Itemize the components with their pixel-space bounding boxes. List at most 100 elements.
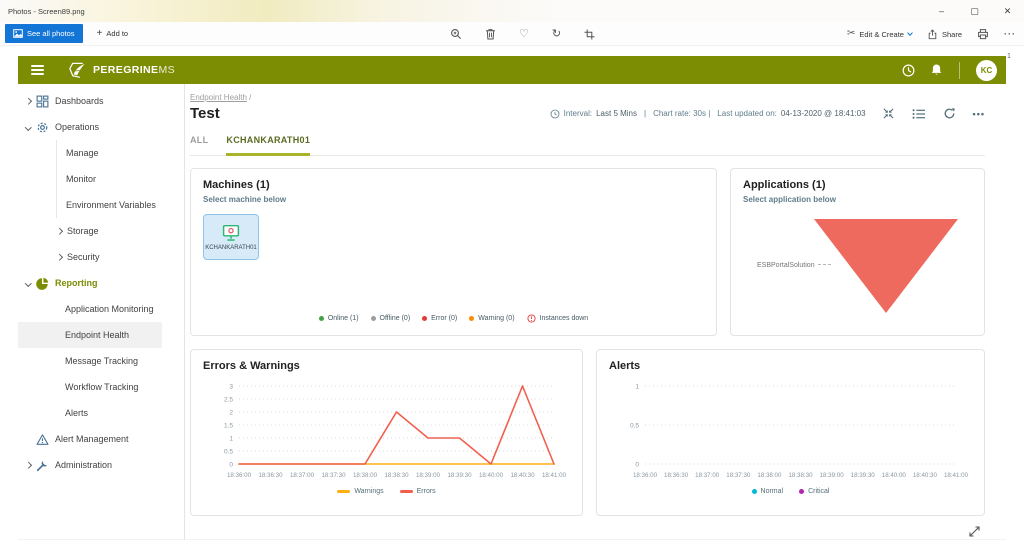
svg-text:0.5: 0.5 — [630, 422, 639, 429]
see-all-photos-label: See all photos — [27, 29, 75, 38]
see-all-photos-button[interactable]: See all photos — [5, 24, 83, 43]
photos-icon — [13, 29, 23, 38]
sidebar-item-workflow-tracking[interactable]: Workflow Tracking — [18, 374, 162, 400]
svg-text:18:39:00: 18:39:00 — [820, 472, 845, 479]
leader-line — [817, 264, 831, 265]
sidebar-item-security[interactable]: Security — [18, 244, 162, 270]
crop-icon[interactable] — [584, 29, 595, 40]
legend-offline: Offline (0) — [370, 315, 410, 322]
plus-icon: + — [96, 28, 103, 39]
svg-text:18:40:00: 18:40:00 — [882, 472, 907, 479]
sidebar-item-environment-variables[interactable]: Environment Variables — [57, 192, 184, 218]
collapse-icon[interactable] — [882, 107, 895, 120]
chevron-down-icon — [907, 30, 913, 36]
sidebar-item-administration[interactable]: Administration — [18, 452, 162, 478]
header-divider — [959, 61, 960, 79]
sidebar-item-storage[interactable]: Storage — [18, 218, 162, 244]
more-options-button[interactable]: ··· — [1004, 29, 1016, 39]
photos-app-window: Photos - Screen89.png – ▢ ✕ See all phot… — [0, 0, 1024, 555]
breadcrumb-link-endpoint-health[interactable]: Endpoint Health — [190, 93, 247, 102]
machines-card: Machines (1) Select machine below KCHANK… — [190, 168, 717, 336]
legend-item-errors[interactable]: Errors — [399, 488, 436, 495]
hamburger-menu-icon[interactable] — [31, 64, 44, 76]
list-view-icon[interactable] — [912, 108, 926, 120]
zoom-icon[interactable] — [450, 28, 462, 40]
add-to-button[interactable]: + Add to — [97, 28, 129, 39]
notification-count-badge: 1 — [1007, 53, 1011, 60]
expand-fullscreen-icon[interactable] — [968, 525, 981, 543]
brand-name: PEREGRINEMS — [93, 64, 176, 76]
sidebar-item-operations[interactable]: Operations — [18, 114, 162, 140]
funnel-label: ESBPortalSolution — [757, 262, 831, 269]
refresh-icon[interactable] — [943, 107, 956, 120]
sidebar-item-dashboards[interactable]: Dashboards — [18, 88, 162, 114]
sidebar-item-alert-management[interactable]: Alert Management — [18, 426, 162, 452]
operations-subgroup: Manage Monitor Environment Variables — [56, 140, 184, 218]
svg-text:18:40:30: 18:40:30 — [913, 472, 938, 479]
alert-circle-icon — [526, 314, 536, 323]
legend-item-critical[interactable]: Critical — [799, 488, 829, 495]
photo-viewer: PEREGRINEMS KC Dashboards Operations Man… — [0, 46, 1024, 555]
sidebar-item-alerts[interactable]: Alerts — [18, 400, 162, 426]
edit-create-label: Edit & Create — [859, 29, 904, 39]
user-avatar[interactable]: KC — [976, 59, 997, 81]
more-actions-button[interactable]: ••• — [973, 109, 985, 119]
funnel-chart — [814, 219, 958, 313]
legend-item-warnings[interactable]: Warnings — [337, 488, 384, 495]
alert-triangle-icon — [33, 433, 52, 446]
clock-icon — [550, 109, 560, 118]
svg-text:18:38:00: 18:38:00 — [353, 472, 378, 479]
scissors-icon: ✂ — [846, 28, 856, 39]
alerts-chart: 0 0.5 1 18:36:00 18:36:30 18:37:00 18:37:30 18:… — [609, 378, 972, 495]
error-dot — [422, 316, 428, 321]
svg-text:1.5: 1.5 — [224, 422, 233, 429]
minimize-button[interactable]: – — [925, 0, 958, 22]
maximize-button[interactable]: ▢ — [958, 0, 991, 22]
svg-text:0: 0 — [229, 461, 233, 468]
svg-text:2: 2 — [229, 409, 233, 416]
svg-text:2.5: 2.5 — [224, 396, 233, 403]
notifications-bell-icon[interactable] — [930, 63, 943, 77]
legend-item-normal[interactable]: Normal — [751, 488, 783, 495]
svg-text:18:41:00: 18:41:00 — [944, 472, 969, 479]
dashboards-grid-icon — [33, 95, 52, 108]
share-button[interactable]: Share — [927, 28, 962, 40]
machine-tile-label: KCHANKARATH01 — [205, 244, 257, 251]
sidebar-item-endpoint-health[interactable]: Endpoint Health — [18, 322, 162, 348]
applications-card-title: Applications (1) — [743, 179, 826, 191]
rotate-icon[interactable]: ↻ — [552, 28, 561, 40]
svg-text:18:38:30: 18:38:30 — [384, 472, 409, 479]
tab-all[interactable]: ALL — [190, 135, 208, 155]
close-button[interactable]: ✕ — [991, 0, 1024, 22]
sidebar-item-application-monitoring[interactable]: Application Monitoring — [18, 296, 162, 322]
photos-toolbar: See all photos + Add to ♡ ↻ ✂ Edit & Cre… — [0, 22, 1024, 46]
alerts-card: Alerts 0 0.5 1 18:36:00 18:36:30 18:37:00 18:3… — [596, 349, 985, 516]
errors-warnings-title: Errors & Warnings — [203, 360, 300, 372]
edit-create-button[interactable]: ✂ Edit & Create — [846, 28, 913, 39]
history-icon[interactable] — [901, 63, 916, 78]
print-icon[interactable] — [977, 28, 989, 40]
sidebar-item-message-tracking[interactable]: Message Tracking — [18, 348, 162, 374]
header-actions: KC — [901, 59, 997, 81]
funnel-segment-esbportalsolution[interactable] — [814, 219, 958, 313]
svg-text:18:36:30: 18:36:30 — [664, 472, 689, 479]
legend-instances-down: Instances down — [526, 314, 588, 323]
svg-text:18:38:30: 18:38:30 — [788, 472, 813, 479]
legend-online: Online (1) — [318, 315, 359, 322]
brand-logo[interactable]: PEREGRINEMS — [67, 60, 175, 81]
sidebar-item-manage[interactable]: Manage — [57, 140, 184, 166]
svg-text:18:39:30: 18:39:30 — [851, 472, 876, 479]
sidebar-item-monitor[interactable]: Monitor — [57, 166, 184, 192]
svg-text:18:40:30: 18:40:30 — [510, 472, 535, 479]
tab-kchankarath01[interactable]: KCHANKARATH01 — [226, 135, 311, 156]
svg-text:18:41:00: 18:41:00 — [542, 472, 567, 479]
svg-text:3: 3 — [229, 383, 233, 390]
chevron-right-icon — [25, 461, 32, 469]
screenshot-image: PEREGRINEMS KC Dashboards Operations Man… — [18, 56, 1006, 540]
machine-tile-kchankarath01[interactable]: KCHANKARATH01 — [203, 214, 259, 260]
errors-warnings-card: Errors & Warnings 0 0.5 1 1.5 2 2.5 3 18:36:00 1… — [190, 349, 583, 516]
sidebar-item-reporting[interactable]: Reporting — [18, 270, 162, 296]
favorite-heart-icon[interactable]: ♡ — [519, 28, 529, 40]
chevron-down-icon — [25, 279, 32, 287]
delete-icon[interactable] — [485, 28, 496, 40]
